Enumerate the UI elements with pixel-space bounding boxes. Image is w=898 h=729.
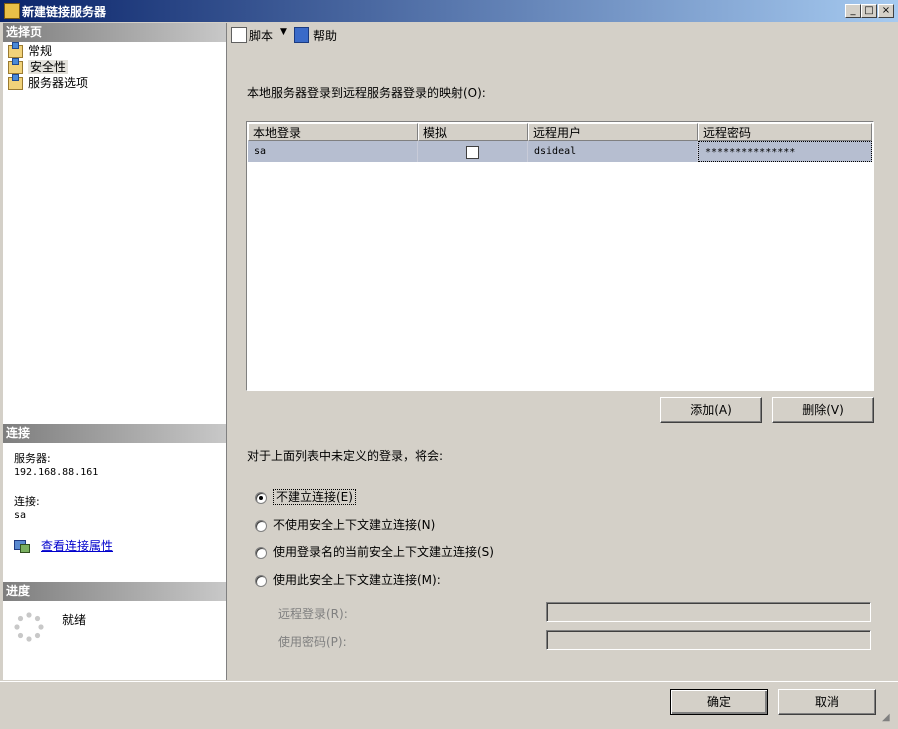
radio-dot[interactable]	[255, 519, 267, 532]
password-input[interactable]	[546, 630, 871, 650]
radio-label: 使用此安全上下文建立连接(M):	[273, 573, 441, 587]
radio-label: 不建立连接(E)	[273, 489, 356, 505]
page-icon	[8, 74, 23, 90]
remove-button[interactable]: 删除(V)	[772, 397, 874, 423]
radio-no-security-context[interactable]: 不使用安全上下文建立连接(N)	[255, 517, 435, 533]
server-value: 192.168.88.161	[14, 467, 99, 478]
page-item-label: 安全性	[28, 60, 69, 74]
page-item-label: 服务器选项	[28, 76, 89, 90]
connection-value: sa	[14, 510, 27, 521]
help-button[interactable]: 帮助	[313, 27, 337, 44]
cell-remote-password[interactable]: ***************	[698, 141, 872, 162]
resize-grip-icon[interactable]: ◢	[882, 712, 894, 724]
col-header-remote-password[interactable]: 远程密码	[698, 123, 872, 141]
cancel-button[interactable]: 取消	[778, 689, 876, 715]
progress-status: 就绪	[62, 613, 87, 627]
progress-header: 进度	[3, 582, 226, 601]
cell-impersonate[interactable]	[418, 141, 528, 162]
title-bar: 新建链接服务器 _ □ ×	[0, 0, 898, 22]
connection-label: 连接:	[14, 495, 40, 508]
close-button[interactable]: ×	[878, 4, 894, 18]
server-label: 服务器:	[14, 452, 51, 465]
add-button[interactable]: 添加(A)	[660, 397, 762, 423]
cell-local-login[interactable]: sa	[248, 141, 418, 162]
radio-label: 使用登录名的当前安全上下文建立连接(S)	[273, 545, 494, 559]
page-icon	[8, 58, 23, 74]
maximize-button[interactable]: □	[861, 4, 877, 18]
page-item-general[interactable]: 常规	[8, 42, 53, 59]
ok-button[interactable]: 确定	[670, 689, 768, 715]
col-header-impersonate[interactable]: 模拟	[418, 123, 528, 141]
radio-dot[interactable]	[255, 491, 267, 504]
radio-label: 不使用安全上下文建立连接(N)	[273, 518, 436, 532]
radio-no-connection[interactable]: 不建立连接(E)	[255, 489, 356, 505]
mapping-label: 本地服务器登录到远程服务器登录的映射(O):	[247, 86, 486, 100]
radio-this-security-context[interactable]: 使用此安全上下文建立连接(M):	[255, 572, 441, 588]
col-header-local-login[interactable]: 本地登录	[248, 123, 418, 141]
page-item-label: 常规	[28, 44, 53, 58]
toolbar: 脚本 ▼ 帮助	[227, 23, 898, 45]
help-icon	[294, 27, 309, 43]
radio-dot[interactable]	[255, 546, 267, 559]
view-connection-properties-link[interactable]: 查看连接属性	[41, 537, 113, 554]
col-header-remote-user[interactable]: 远程用户	[528, 123, 698, 141]
page-item-security[interactable]: 安全性	[8, 58, 69, 75]
radio-current-security-context[interactable]: 使用登录名的当前安全上下文建立连接(S)	[255, 544, 494, 560]
script-button[interactable]: 脚本	[249, 27, 273, 44]
undefined-login-label: 对于上面列表中未定义的登录，将会:	[247, 449, 444, 463]
cell-remote-user[interactable]: dsideal	[528, 141, 698, 162]
progress-spinner-icon	[14, 612, 44, 642]
connection-header: 连接	[3, 424, 226, 443]
connection-properties-icon	[14, 538, 30, 553]
script-icon	[231, 27, 247, 43]
select-page-header: 选择页	[3, 23, 226, 42]
window-title: 新建链接服务器	[22, 5, 107, 19]
remote-login-label: 远程登录(R):	[278, 607, 348, 621]
chevron-down-icon[interactable]: ▼	[280, 27, 287, 37]
page-item-server-options[interactable]: 服务器选项	[8, 74, 89, 91]
minimize-button[interactable]: _	[845, 4, 861, 18]
radio-dot[interactable]	[255, 574, 267, 587]
password-label: 使用密码(P):	[278, 635, 347, 649]
app-icon	[4, 3, 20, 19]
remote-login-input[interactable]	[546, 602, 871, 622]
impersonate-checkbox[interactable]	[466, 146, 479, 159]
page-icon	[8, 42, 23, 58]
